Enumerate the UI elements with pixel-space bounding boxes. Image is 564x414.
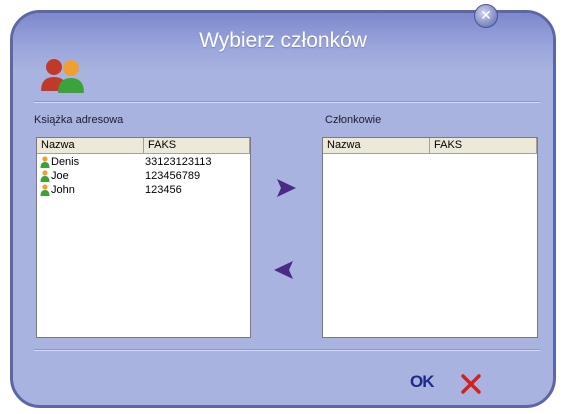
column-header-fax[interactable]: FAKS — [144, 138, 250, 154]
person-icon — [40, 170, 50, 182]
members-header: Nazwa FAKS — [323, 138, 537, 154]
dialog-title: Wybierz członków — [199, 29, 367, 52]
contact-fax: 123456 — [145, 184, 182, 196]
contact-fax: 33123123113 — [145, 156, 212, 168]
table-row[interactable]: Denis 33123123113 — [37, 155, 250, 169]
ok-button[interactable]: OK — [410, 372, 434, 392]
members-list[interactable]: Nazwa FAKS — [322, 137, 538, 338]
contact-name: John — [51, 184, 75, 196]
person-icon — [40, 156, 50, 168]
table-row[interactable]: Joe 123456789 — [37, 169, 250, 183]
contact-name: Joe — [51, 170, 69, 182]
x-icon[interactable] — [459, 372, 483, 396]
person-icon — [40, 184, 50, 196]
address-book-label: Książka adresowa — [34, 114, 124, 126]
contact-name: Denis — [51, 156, 80, 168]
bottom-divider — [34, 349, 540, 351]
address-book-list[interactable]: Nazwa FAKS Denis 33123123113 Joe 123456789 J… — [36, 137, 251, 338]
group-icon — [41, 59, 84, 93]
contact-fax: 123456789 — [145, 170, 201, 182]
select-members-dialog: Wybierz członków Książka adresowa Członk… — [10, 10, 556, 408]
address-book-rows: Denis 33123123113 Joe 123456789 John 123456 — [37, 155, 250, 197]
members-label: Członkowie — [325, 114, 382, 126]
address-book-header: Nazwa FAKS — [37, 138, 250, 154]
arrow-left-icon[interactable] — [271, 257, 297, 283]
column-header-name[interactable]: Nazwa — [37, 138, 144, 154]
close-icon[interactable]: ✕ — [474, 4, 498, 28]
column-header-fax[interactable]: FAKS — [430, 138, 537, 154]
title-bar: Wybierz członków — [13, 13, 553, 73]
table-row[interactable]: John 123456 — [37, 183, 250, 197]
column-header-name[interactable]: Nazwa — [323, 138, 430, 154]
arrow-right-icon[interactable] — [273, 175, 299, 201]
top-divider — [34, 101, 540, 103]
